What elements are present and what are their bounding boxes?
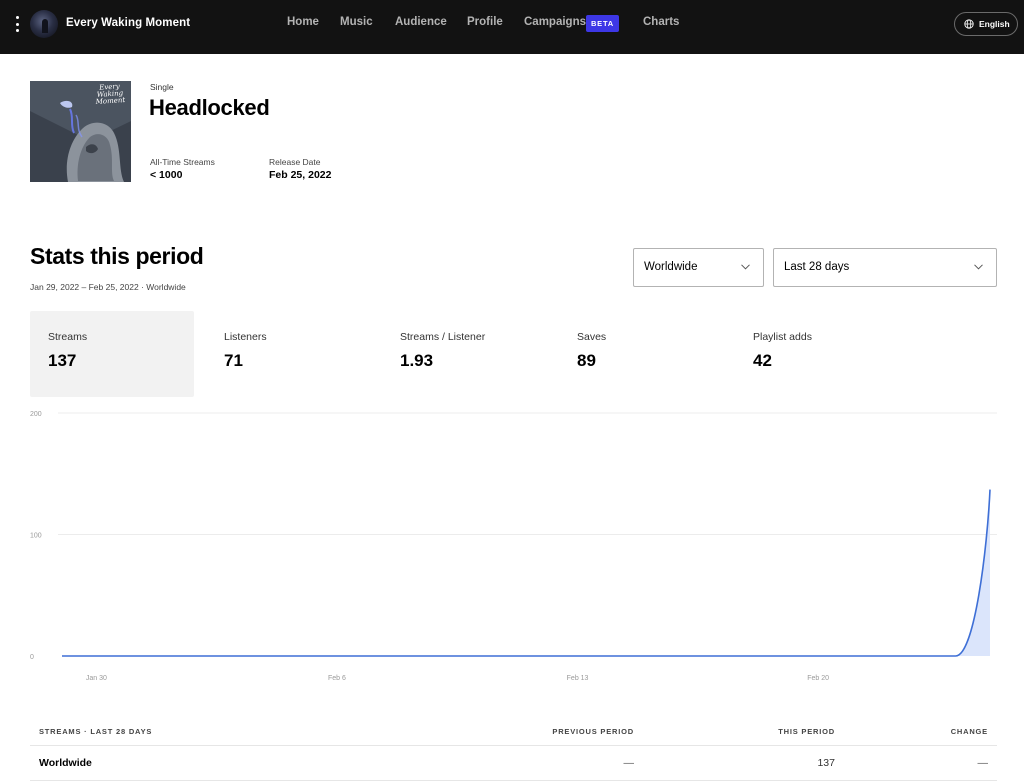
location-select-value: Worldwide [644, 261, 698, 273]
nav-audience[interactable]: Audience [395, 16, 447, 28]
metric-value: 1.93 [400, 351, 434, 370]
metric-label: Streams / Listener [400, 331, 486, 343]
period-select[interactable]: Last 28 days [773, 248, 997, 287]
metric-tile-streams-per-listener[interactable]: Streams / Listener 1.93 [382, 311, 546, 397]
period-select-value: Last 28 days [784, 261, 850, 273]
metric-label: Listeners [224, 331, 267, 343]
chevron-down-icon [974, 264, 983, 270]
table-header-previous-period: PREVIOUS PERIOD [552, 727, 634, 736]
metric-value: 89 [577, 351, 596, 370]
nav-charts[interactable]: Charts [643, 16, 679, 28]
metric-label: Saves [577, 331, 607, 343]
metric-tile-playlist-adds[interactable]: Playlist adds 42 [735, 311, 899, 397]
stats-date-range: Jan 29, 2022 – Feb 25, 2022 · Worldwide [30, 282, 186, 292]
row-current: 137 [817, 757, 835, 769]
kebab-menu-icon[interactable] [11, 14, 23, 34]
series-area-streams [62, 489, 990, 656]
metric-label: Playlist adds [753, 331, 812, 343]
cover-title-text: Every Waking Moment [95, 82, 126, 107]
series-line-streams [62, 489, 991, 657]
row-change: — [977, 757, 989, 769]
table-divider [30, 745, 997, 746]
top-navigation-bar: Every Waking Moment Home Music Audience … [0, 0, 1024, 54]
metric-value: 71 [224, 351, 243, 370]
artist-avatar[interactable] [30, 10, 58, 38]
release-title: Headlocked [149, 95, 270, 120]
metric-tile-streams[interactable]: Streams 137 [30, 311, 194, 397]
stats-title: Stats this period [30, 243, 204, 269]
table-header-change: CHANGE [950, 727, 988, 736]
location-select[interactable]: Worldwide [633, 248, 764, 287]
table-divider [30, 780, 997, 781]
nav-home[interactable]: Home [287, 16, 319, 28]
chevron-down-icon [741, 264, 750, 270]
metric-value: 42 [753, 351, 772, 370]
y-tick-label: 100 [30, 533, 42, 540]
all-time-streams-label: All-Time Streams [150, 157, 215, 167]
nav-campaigns[interactable]: Campaigns [524, 16, 586, 28]
x-tick-label: Feb 6 [328, 675, 346, 682]
x-tick-label: Jan 30 [86, 675, 107, 682]
x-tick-label: Feb 13 [567, 675, 589, 682]
language-label: English [979, 19, 1010, 29]
x-tick-label: Feb 20 [807, 675, 829, 682]
artist-name[interactable]: Every Waking Moment [66, 17, 190, 29]
metric-tile-saves[interactable]: Saves 89 [559, 311, 723, 397]
y-tick-label: 200 [30, 411, 42, 418]
release-date-label: Release Date [269, 157, 321, 167]
language-button[interactable]: English [954, 12, 1018, 36]
nav-music[interactable]: Music [340, 16, 373, 28]
metric-tile-listeners[interactable]: Listeners 71 [206, 311, 370, 397]
table-header-this-period: THIS PERIOD [778, 727, 835, 736]
y-tick-label: 0 [30, 654, 34, 661]
release-cover-art: Every Waking Moment [30, 81, 131, 182]
row-previous: — [623, 757, 635, 769]
nav-profile[interactable]: Profile [467, 16, 503, 28]
release-type: Single [150, 82, 174, 92]
beta-badge: BETA [586, 15, 619, 32]
row-region: Worldwide [39, 757, 92, 769]
table-header-region: STREAMS · LAST 28 DAYS [39, 727, 153, 736]
globe-icon [964, 19, 974, 29]
release-date-value: Feb 25, 2022 [269, 169, 332, 181]
metric-label: Streams [48, 331, 88, 343]
streams-chart[interactable]: 0 100 200 Jan 30 Feb 6 Feb 13 Feb 20 [0, 400, 1024, 690]
metric-value: 137 [48, 351, 77, 370]
all-time-streams-value: < 1000 [150, 169, 183, 181]
